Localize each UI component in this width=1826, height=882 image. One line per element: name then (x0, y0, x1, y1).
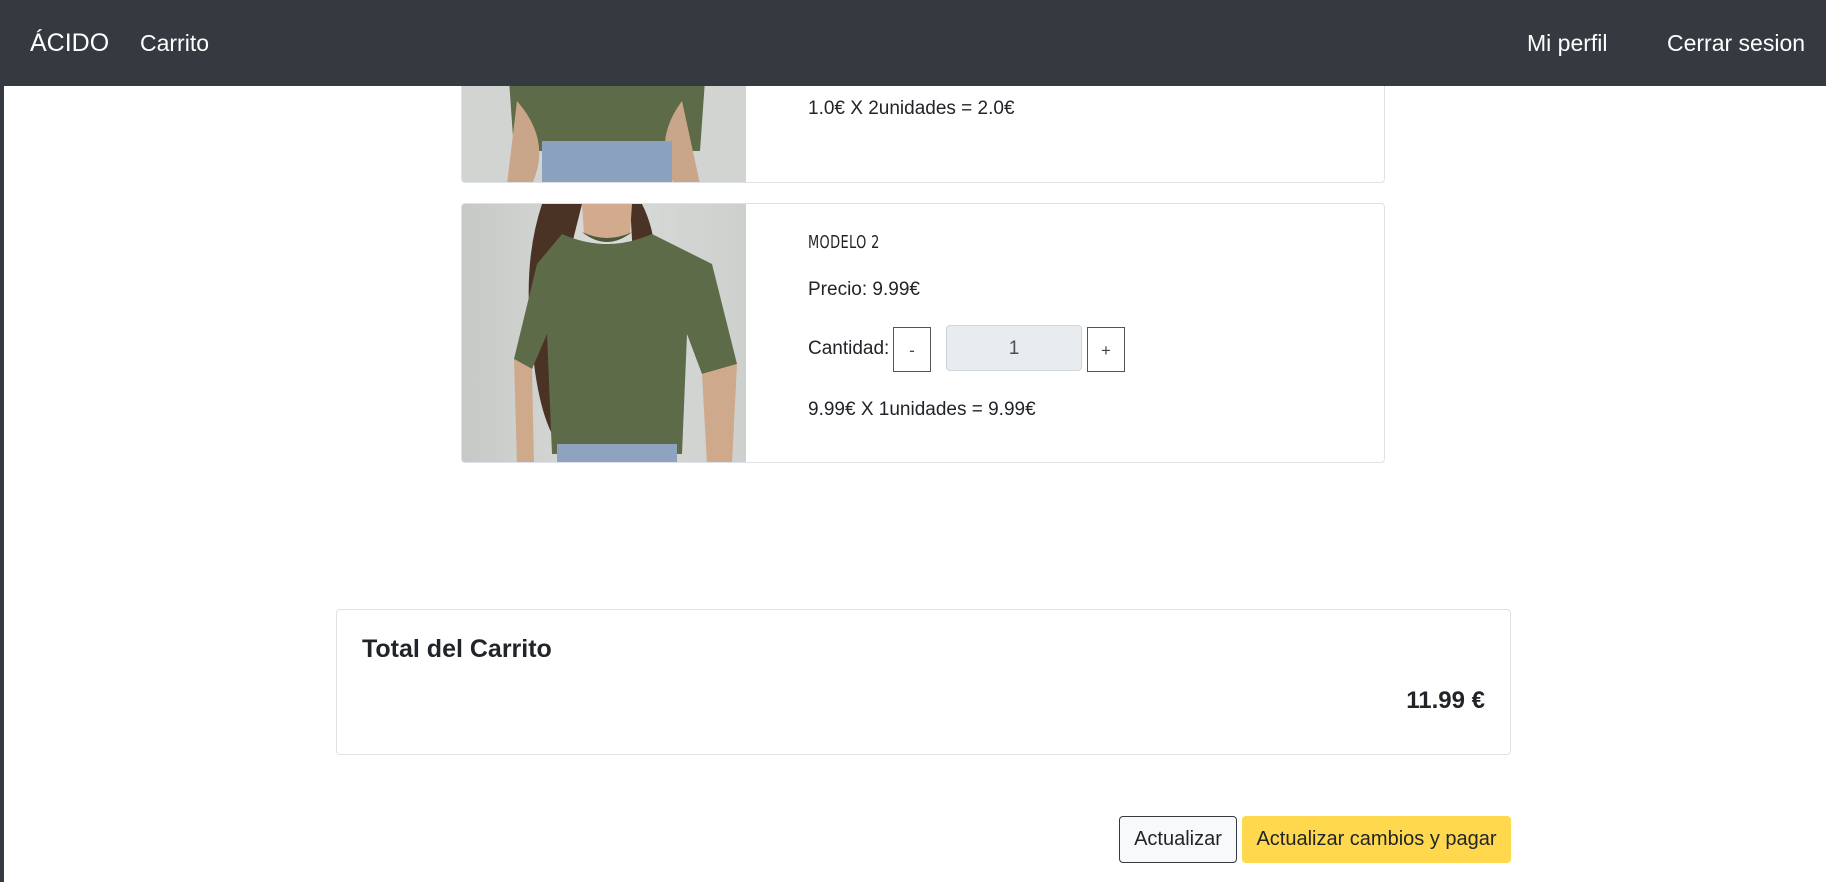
cart-total-title: Total del Carrito (362, 635, 552, 663)
nav-logout-link[interactable]: Cerrar sesion (1667, 0, 1805, 86)
cart-total-box: Total del Carrito 11.99 € (336, 609, 1511, 755)
product-price: Precio: 9.99€ (808, 279, 920, 300)
cart-total-value: 11.99 € (1406, 687, 1485, 714)
product-image (462, 204, 746, 462)
item-subtotal: 9.99€ X 1unidades = 9.99€ (808, 399, 1036, 420)
quantity-label: Cantidad: (808, 338, 890, 359)
brand-link[interactable]: ÁCIDO (30, 0, 109, 86)
quantity-input[interactable]: 1 (946, 325, 1082, 371)
nav-cart-link[interactable]: Carrito (140, 0, 209, 86)
quantity-decrease-button[interactable]: - (893, 327, 931, 372)
page-left-edge (0, 0, 4, 882)
update-and-pay-button[interactable]: Actualizar cambios y pagar (1242, 816, 1511, 863)
update-button[interactable]: Actualizar (1119, 816, 1237, 863)
cart-item-card: MODELO 2 Precio: 9.99€ Cantidad: - 1 + 9… (461, 203, 1385, 463)
quantity-increase-button[interactable]: + (1087, 327, 1125, 372)
nav-profile-link[interactable]: Mi perfil (1527, 0, 1608, 86)
top-navbar: ÁCIDO Carrito Mi perfil Cerrar sesion (0, 0, 1826, 86)
item-subtotal: 1.0€ X 2unidades = 2.0€ (808, 98, 1015, 119)
product-name: MODELO 2 (808, 232, 880, 253)
